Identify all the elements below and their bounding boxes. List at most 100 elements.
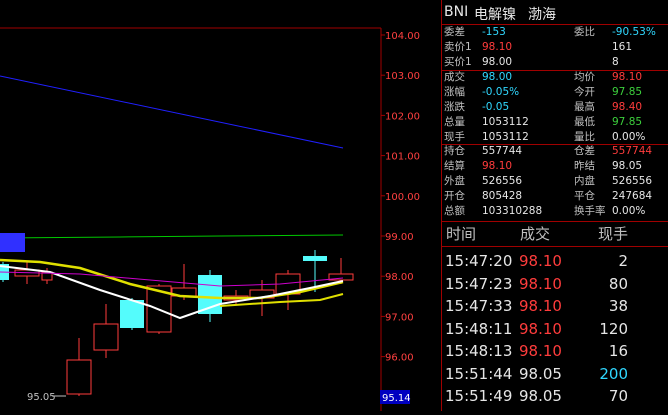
field-label: 今开 <box>574 86 595 98</box>
field-value: 103310288 <box>482 205 543 217</box>
field-value: 8 <box>612 56 619 68</box>
trade-volume: 70 <box>608 387 628 405</box>
field-label: 仓差 <box>574 145 595 157</box>
field-value: 98.10 <box>482 41 513 53</box>
trend-line <box>0 75 344 149</box>
trade-price: 98.10 <box>519 342 562 360</box>
field-label: 持仓 <box>444 145 465 157</box>
field-label: 涨幅 <box>444 86 465 98</box>
field-value: 526556 <box>612 175 653 187</box>
field-label: 平仓 <box>574 190 595 202</box>
trade-volume: 2 <box>618 252 628 270</box>
trade-volume: 200 <box>599 364 628 383</box>
trade-volume: 16 <box>608 342 628 360</box>
candle-up[interactable] <box>66 359 92 395</box>
field-value: 557744 <box>612 145 653 157</box>
field-label: 买价1 <box>444 56 472 68</box>
ma60-line <box>0 234 344 239</box>
field-value: 98.00 <box>482 56 513 68</box>
y-axis-label: 98.00 <box>385 272 414 283</box>
quote-title: BNI 电解镍 渤海 <box>442 0 668 24</box>
field-label: 委比 <box>574 26 595 38</box>
field-value: 98.10 <box>482 160 513 172</box>
field-value: 0.00% <box>612 205 646 217</box>
current-price-tag: 95.14 <box>382 393 411 404</box>
field-value: -0.05% <box>482 86 520 98</box>
y-axis-label: 100.00 <box>385 192 420 203</box>
trades-header-volume: 现手 <box>598 225 629 243</box>
y-axis-label: 97.00 <box>385 312 414 323</box>
field-label: 结算 <box>444 160 465 172</box>
trade-time: 15:51:49 <box>445 387 513 405</box>
trade-price: 98.10 <box>519 274 562 293</box>
candle-down[interactable] <box>120 300 144 328</box>
trade-volume: 120 <box>599 319 628 338</box>
trade-time: 15:48:13 <box>445 342 513 360</box>
y-axis-label: 99.00 <box>385 232 414 243</box>
chart-svg[interactable]: 104.00 103.00 102.00 101.00 100.00 99.00 98.00… <box>0 0 440 411</box>
field-value: 0.00% <box>612 131 646 143</box>
field-label: 昨结 <box>574 160 595 172</box>
field-label: 换手率 <box>574 205 606 217</box>
field-label: 总额 <box>444 205 465 217</box>
y-axis-label: 103.00 <box>385 71 420 82</box>
field-label: 均价 <box>574 71 595 83</box>
contract-code: BNI <box>444 4 469 20</box>
candle-down[interactable] <box>0 233 25 252</box>
field-value: -153 <box>482 26 506 38</box>
field-label: 量比 <box>574 131 595 143</box>
trade-volume: 80 <box>608 274 628 293</box>
quote-panel: BNI 电解镍 渤海 委差 -153 委比 -90.53% 卖价1 98.10 161 买价1… <box>441 0 668 411</box>
trade-time: 15:48:11 <box>445 319 513 338</box>
y-axis-label: 102.00 <box>385 111 420 122</box>
y-axis-label: 101.00 <box>385 152 420 163</box>
field-label: 外盘 <box>444 175 465 187</box>
divider <box>442 246 668 247</box>
field-label: 委差 <box>444 26 465 38</box>
field-value: 557744 <box>482 145 523 157</box>
trade-time: 15:47:33 <box>445 297 513 315</box>
field-label: 现手 <box>444 131 465 143</box>
candle-up[interactable] <box>93 323 119 351</box>
field-value: 98.05 <box>612 160 643 172</box>
field-label: 最高 <box>574 101 595 113</box>
field-value: -0.05 <box>482 101 510 113</box>
trade-price: 98.05 <box>519 387 562 405</box>
field-value: 97.85 <box>612 86 643 98</box>
y-axis-label: 104.00 <box>385 31 420 42</box>
field-label: 开仓 <box>444 190 465 202</box>
field-label: 最低 <box>574 116 595 128</box>
y-axis-label: 96.00 <box>385 353 414 364</box>
field-value: 526556 <box>482 175 523 187</box>
field-value: 247684 <box>612 190 653 202</box>
trade-time: 15:47:20 <box>445 252 513 270</box>
trade-time: 15:47:23 <box>445 274 513 293</box>
field-value: 161 <box>612 41 633 53</box>
field-label: 卖价1 <box>444 41 472 53</box>
field-value: 98.00 <box>482 71 513 83</box>
trades-header-price: 成交 <box>520 225 551 243</box>
field-value: 1053112 <box>482 131 529 143</box>
field-label: 总量 <box>444 116 465 128</box>
trades-header-time: 时间 <box>446 225 477 243</box>
trade-price: 98.10 <box>519 297 562 315</box>
field-label: 涨跌 <box>444 101 465 113</box>
candle-down[interactable] <box>303 256 327 261</box>
field-value: 97.85 <box>612 116 643 128</box>
field-label: 成交 <box>444 71 465 83</box>
field-value: 1053112 <box>482 116 529 128</box>
trade-price: 98.10 <box>519 252 562 270</box>
low-price-label: 95.05 <box>27 392 56 403</box>
trade-time: 15:51:44 <box>445 364 513 383</box>
trade-price: 98.05 <box>519 364 562 383</box>
trade-price: 98.10 <box>519 319 562 338</box>
field-value: -90.53% <box>612 26 656 38</box>
field-value: 98.10 <box>612 71 643 83</box>
contract-name: 电解镍 <box>474 7 516 23</box>
field-value: 98.40 <box>612 101 643 113</box>
field-value: 805428 <box>482 190 523 202</box>
exchange-name: 渤海 <box>528 7 556 23</box>
candlestick-chart[interactable]: 104.00 103.00 102.00 101.00 100.00 99.00 98.00… <box>0 0 440 411</box>
field-label: 内盘 <box>574 175 595 187</box>
trade-volume: 38 <box>608 297 628 315</box>
